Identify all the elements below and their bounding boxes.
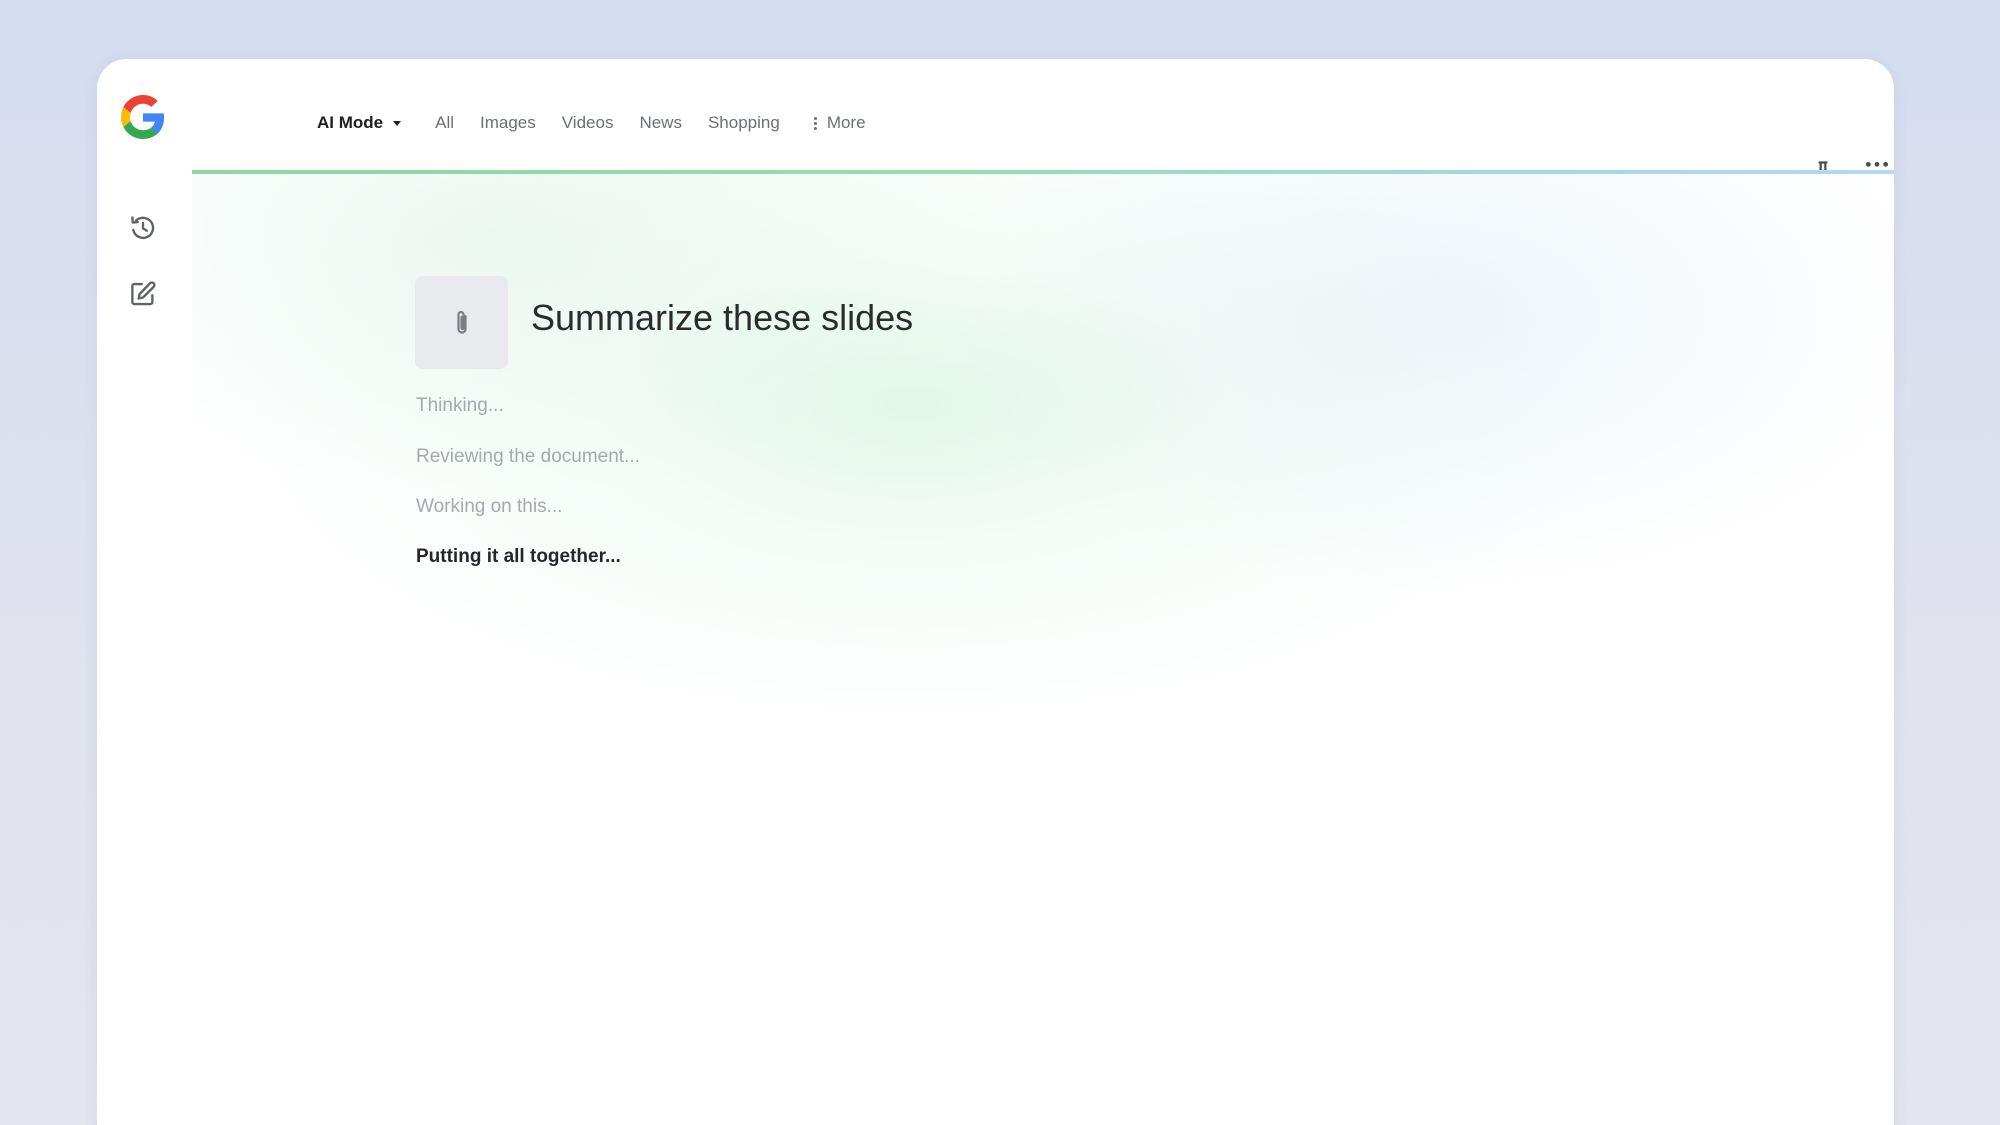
more-vert-icon <box>813 116 817 130</box>
tab-all[interactable]: All <box>435 113 454 133</box>
query-title: Summarize these slides <box>531 297 914 338</box>
tab-shopping[interactable]: Shopping <box>708 113 780 133</box>
status-step-active: Putting it all together... <box>416 546 621 567</box>
tab-label: News <box>639 113 682 132</box>
tab-label: Images <box>480 113 536 132</box>
browser-window: AI Mode All Images Videos News Shopping <box>97 59 1894 1125</box>
main-panel: AI Mode All Images Videos News Shopping <box>192 59 1894 1125</box>
tab-label: AI Mode <box>317 113 384 132</box>
tab-news[interactable]: News <box>639 113 682 133</box>
paperclip-icon <box>456 310 467 334</box>
tab-ai-mode[interactable]: AI Mode <box>317 113 402 133</box>
tab-videos[interactable]: Videos <box>562 113 614 133</box>
tab-label: Videos <box>561 113 614 132</box>
tab-images[interactable]: Images <box>480 113 536 133</box>
history-icon[interactable] <box>127 212 159 244</box>
tab-label: Shopping <box>707 113 780 132</box>
status-step: Working on this... <box>416 496 563 517</box>
status-step: Reviewing the document... <box>416 446 640 467</box>
top-bar: AI Mode All Images Videos News Shopping <box>192 59 1894 185</box>
chevron-down-icon <box>393 120 402 126</box>
attachment-thumbnail[interactable] <box>415 276 508 369</box>
status-step: Thinking... <box>416 395 504 416</box>
tab-label: All <box>435 113 455 132</box>
tab-label: More <box>826 113 866 132</box>
google-logo[interactable] <box>121 95 165 139</box>
tab-more[interactable]: More <box>813 113 866 133</box>
sidebar <box>97 59 193 1125</box>
search-tabs: AI Mode All Images Videos News Shopping <box>317 59 892 187</box>
new-chat-icon[interactable] <box>127 278 159 310</box>
